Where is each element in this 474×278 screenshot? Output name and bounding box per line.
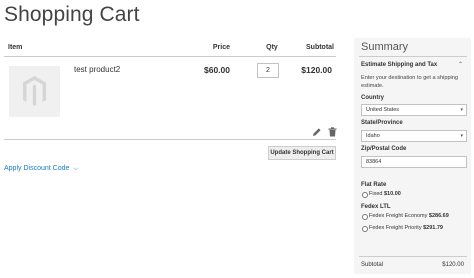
product-thumbnail[interactable] xyxy=(9,66,60,117)
summary-subtotal-label: Subtotal xyxy=(361,262,384,268)
fedex-economy-price: $286.69 xyxy=(428,213,449,219)
apply-discount-label: Apply Discount Code xyxy=(4,165,70,172)
header-divider xyxy=(4,56,336,57)
flat-rate-label: Fixed xyxy=(369,191,383,197)
state-label: State/Province xyxy=(361,120,403,126)
state-value: Idaho xyxy=(366,133,380,139)
fedex-economy-label: Fedex Freight Economy xyxy=(369,213,428,219)
update-cart-button[interactable]: Update Shopping Cart xyxy=(268,146,336,160)
fedex-priority-radio[interactable] xyxy=(362,226,368,232)
fedex-priority-label: Fedex Freight Priority xyxy=(369,225,422,231)
estimate-description: Enter your destination to get a shipping… xyxy=(361,75,459,89)
summary-subtotal-value: $120.00 xyxy=(442,262,464,268)
trash-icon[interactable] xyxy=(328,124,337,137)
product-name-link[interactable]: test product2 xyxy=(74,65,120,74)
fedex-title: Fedex LTL xyxy=(361,204,391,210)
select-caret-icon: ▾ xyxy=(460,133,463,139)
zip-label: Zip/Postal Code xyxy=(361,146,407,152)
product-price: $60.00 xyxy=(204,65,230,75)
country-label: Country xyxy=(361,95,384,101)
flat-rate-radio[interactable] xyxy=(362,192,368,198)
country-select[interactable]: United States ▾ xyxy=(361,104,467,116)
apply-discount-link[interactable]: Apply Discount Code ⌵ xyxy=(4,165,78,173)
fedex-economy-radio[interactable] xyxy=(362,214,368,220)
column-header-subtotal: Subtotal xyxy=(306,44,334,51)
select-caret-icon: ▾ xyxy=(460,107,463,113)
column-header-item: Item xyxy=(8,44,23,51)
summary-title: Summary xyxy=(361,41,409,53)
product-subtotal: $120.00 xyxy=(301,65,332,75)
estimate-shipping-toggle[interactable]: Estimate Shipping and Tax xyxy=(361,62,437,68)
column-header-price: Price xyxy=(212,44,230,51)
summary-title-divider xyxy=(359,56,467,57)
page-title: Shopping Cart xyxy=(4,3,140,26)
flat-rate-title: Flat Rate xyxy=(361,182,387,188)
row-divider xyxy=(4,139,336,140)
flat-rate-option: Fixed $10.00 xyxy=(369,191,401,197)
quantity-input[interactable]: 2 xyxy=(257,63,279,78)
fedex-economy-option: Fedex Freight Economy $286.69 xyxy=(369,213,449,219)
fedex-priority-option: Fedex Freight Priority $291.79 xyxy=(369,225,443,231)
flat-rate-price: $10.00 xyxy=(383,191,401,197)
chevron-up-icon[interactable]: ⌃ xyxy=(458,61,463,68)
column-header-qty: Qty xyxy=(266,44,278,51)
state-select[interactable]: Idaho ▾ xyxy=(361,130,467,142)
pencil-icon[interactable] xyxy=(312,124,322,136)
chevron-down-icon: ⌵ xyxy=(73,166,78,172)
fedex-priority-price: $291.79 xyxy=(423,225,443,231)
country-value: United States xyxy=(366,107,400,113)
zip-input[interactable]: 83864 xyxy=(361,156,467,168)
subtotal-divider xyxy=(359,256,467,257)
